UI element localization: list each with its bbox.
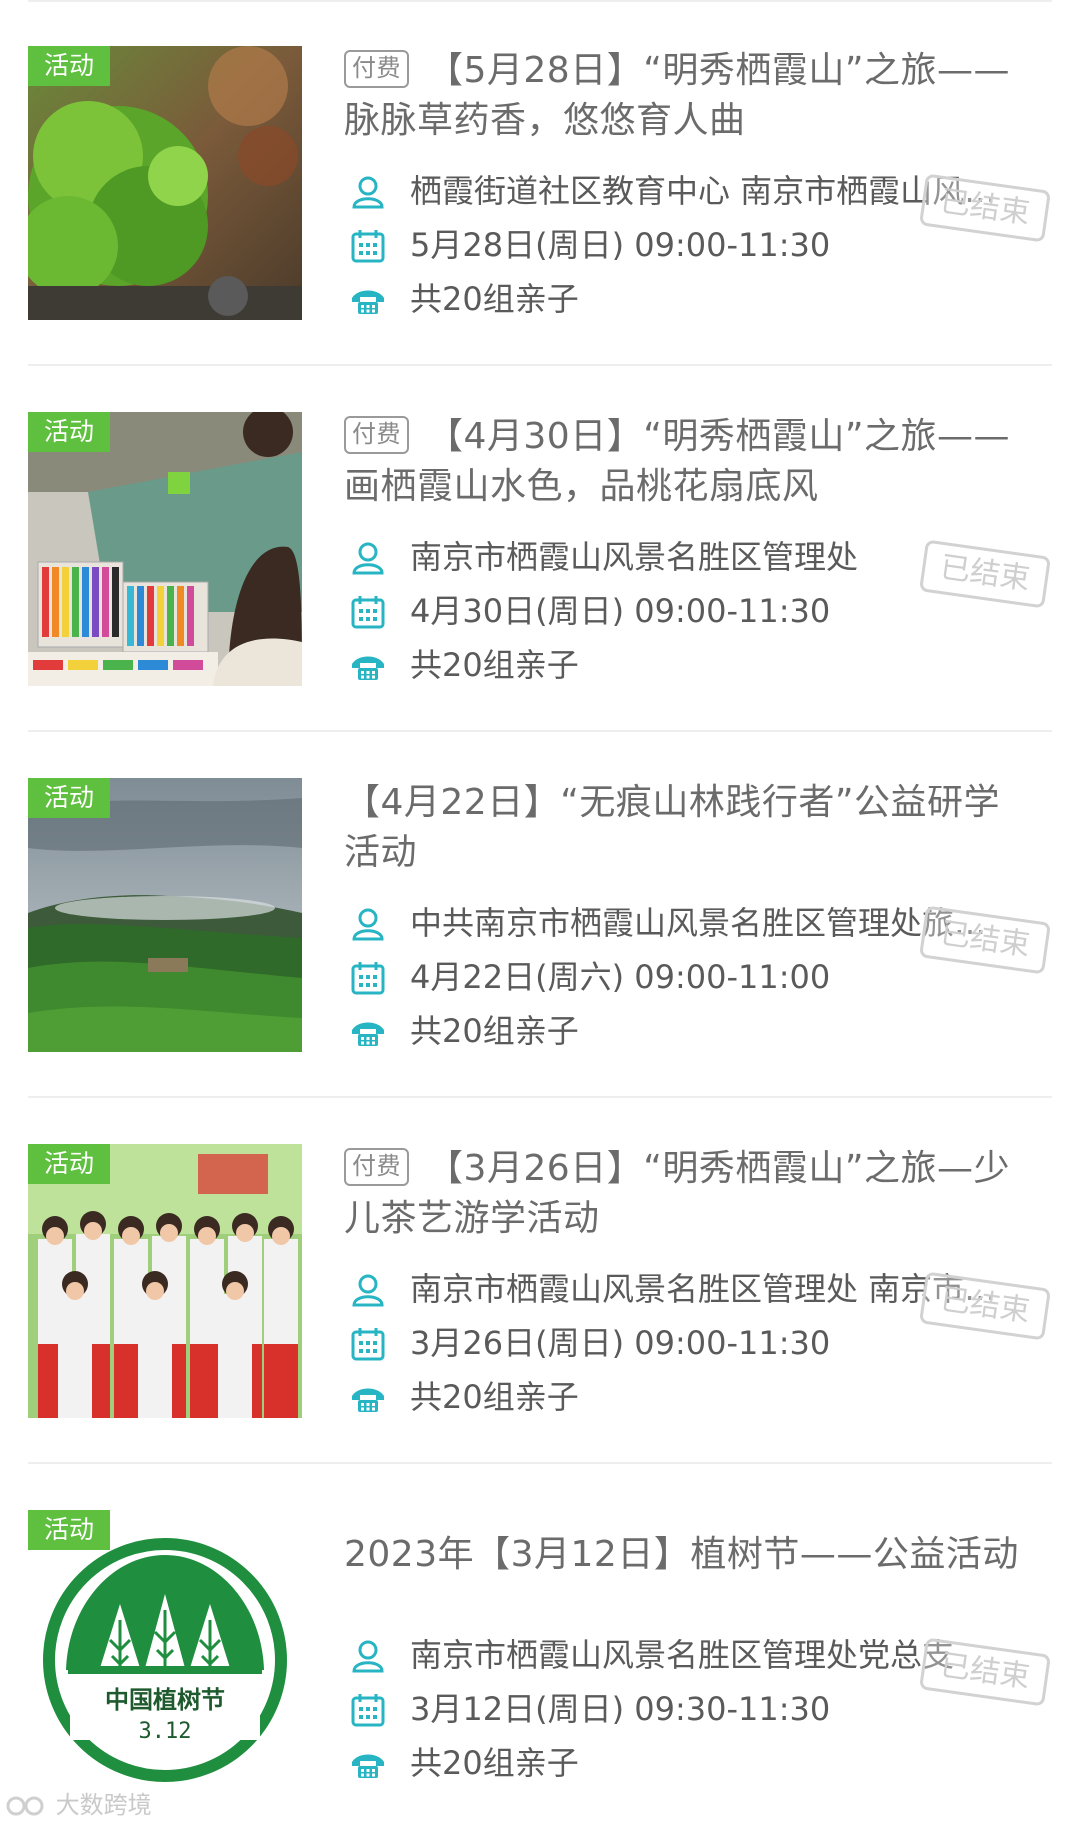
paid-badge: 付费	[344, 416, 409, 454]
organizer-text: 南京市栖霞山风景名胜区管理处	[410, 538, 859, 576]
quota-text: 共20组亲子	[410, 1378, 579, 1416]
quota-text: 共20组亲子	[410, 646, 579, 684]
phone-icon	[352, 290, 384, 314]
activity-card[interactable]: 中国植树节 3.12 活动 2023年【3月12日】植树节——公益活动 南京市栖…	[0, 1464, 1080, 1830]
misty-mountain-photo	[28, 778, 302, 1052]
logo-title: 中国植树节	[105, 1686, 225, 1714]
watermark-logo-icon	[6, 1796, 44, 1816]
quota-row: 共20组亲子	[350, 274, 1040, 324]
activity-card[interactable]: 活动 付费 【5月28日】“明秀栖霞山”之旅——脉脉草药香，悠悠育人曲 栖霞街道社…	[0, 0, 1080, 366]
activity-title-text: 【3月26日】“明秀栖霞山”之旅—少儿茶艺游学活动	[344, 1148, 1011, 1239]
phone-icon	[352, 1022, 384, 1046]
datetime-text: 3月12日(周日) 09:30-11:30	[410, 1690, 831, 1728]
activity-thumbnail[interactable]: 活动	[28, 1144, 302, 1418]
activity-card[interactable]: 活动 付费 【4月30日】“明秀栖霞山”之旅——画栖霞山水色，品桃花扇底风 南京市…	[0, 366, 1080, 732]
phone-icon	[352, 1388, 384, 1412]
activity-thumbnail[interactable]: 中国植树节 3.12 活动	[28, 1510, 302, 1784]
activity-thumbnail[interactable]: 活动	[28, 778, 302, 1052]
quota-text: 共20组亲子	[410, 1744, 579, 1782]
person-icon	[352, 542, 384, 575]
quota-text: 共20组亲子	[410, 1012, 579, 1050]
activity-thumbnail[interactable]: 活动	[28, 46, 302, 320]
children-hanfu-group-photo	[28, 1144, 302, 1418]
quota-text: 共20组亲子	[410, 280, 579, 318]
datetime-text: 4月22日(周六) 09:00-11:00	[410, 958, 831, 996]
person-icon	[352, 176, 384, 209]
quota-row: 共20组亲子	[350, 1006, 1040, 1056]
person-icon	[352, 1274, 384, 1307]
phone-icon	[352, 1754, 384, 1778]
activity-title[interactable]: 付费 【5月28日】“明秀栖霞山”之旅——脉脉草药香，悠悠育人曲	[344, 46, 1034, 146]
paid-badge: 付费	[344, 50, 409, 88]
calendar-icon	[351, 596, 385, 629]
activity-card[interactable]: 活动 付费 【3月26日】“明秀栖霞山”之旅—少儿茶艺游学活动 南京市栖霞山风景名…	[0, 1098, 1080, 1464]
datetime-text: 5月28日(周日) 09:00-11:30	[410, 226, 831, 264]
datetime-text: 4月30日(周日) 09:00-11:30	[410, 592, 831, 630]
activity-title[interactable]: 付费 【3月26日】“明秀栖霞山”之旅—少儿茶艺游学活动	[344, 1144, 1034, 1244]
calendar-icon	[351, 1694, 385, 1727]
organizer-text: 南京市栖霞山风景名胜区管理处 南京市栖霞区	[410, 1270, 1010, 1308]
organizer-text: 南京市栖霞山风景名胜区管理处党总支	[410, 1636, 955, 1674]
logo-date: 3.12	[139, 1719, 192, 1744]
activity-title-text: 【5月28日】“明秀栖霞山”之旅——脉脉草药香，悠悠育人曲	[344, 50, 1011, 141]
activity-title[interactable]: 付费 【4月30日】“明秀栖霞山”之旅——画栖霞山水色，品桃花扇底风	[344, 412, 1034, 512]
activity-title[interactable]: 2023年【3月12日】植树节——公益活动	[344, 1530, 1034, 1580]
quota-row: 共20组亲子	[350, 640, 1040, 690]
activity-title[interactable]: 【4月22日】“无痕山林践行者”公益研学活动	[344, 778, 1034, 878]
phone-icon	[352, 656, 384, 680]
children-drawing-markers-photo	[28, 412, 302, 686]
activity-title-text: 2023年【3月12日】植树节——公益活动	[344, 1534, 1019, 1575]
activity-tag: 活动	[28, 46, 110, 86]
organizer-text: 栖霞街道社区教育中心 南京市栖霞山风景名胜区管理处	[410, 172, 1010, 210]
calendar-icon	[351, 962, 385, 995]
person-icon	[352, 1640, 384, 1673]
activity-thumbnail[interactable]: 活动	[28, 412, 302, 686]
activity-card[interactable]: 活动 【4月22日】“无痕山林践行者”公益研学活动 中共南京市栖霞山风景名胜区管…	[0, 732, 1080, 1098]
green-plants-photo	[28, 46, 302, 320]
activity-tag: 活动	[28, 1144, 110, 1184]
watermark-text: 大数跨境	[55, 1791, 152, 1819]
activity-tag: 活动	[28, 778, 110, 818]
activity-tag: 活动	[28, 412, 110, 452]
activity-title-text: 【4月22日】“无痕山林践行者”公益研学活动	[344, 782, 1001, 873]
activity-title-text: 【4月30日】“明秀栖霞山”之旅——画栖霞山水色，品桃花扇底风	[344, 416, 1011, 507]
quota-row: 共20组亲子	[350, 1738, 1040, 1788]
calendar-icon	[351, 230, 385, 263]
watermark: 大数跨境	[6, 1788, 152, 1822]
activity-tag: 活动	[28, 1510, 110, 1550]
paid-badge: 付费	[344, 1148, 409, 1186]
arbor-day-logo: 中国植树节 3.12	[28, 1510, 302, 1784]
calendar-icon	[351, 1328, 385, 1361]
organizer-text: 中共南京市栖霞山风景名胜区管理处旅游服务中心	[410, 904, 1010, 942]
quota-row: 共20组亲子	[350, 1372, 1040, 1422]
datetime-text: 3月26日(周日) 09:00-11:30	[410, 1324, 831, 1362]
person-icon	[352, 908, 384, 941]
